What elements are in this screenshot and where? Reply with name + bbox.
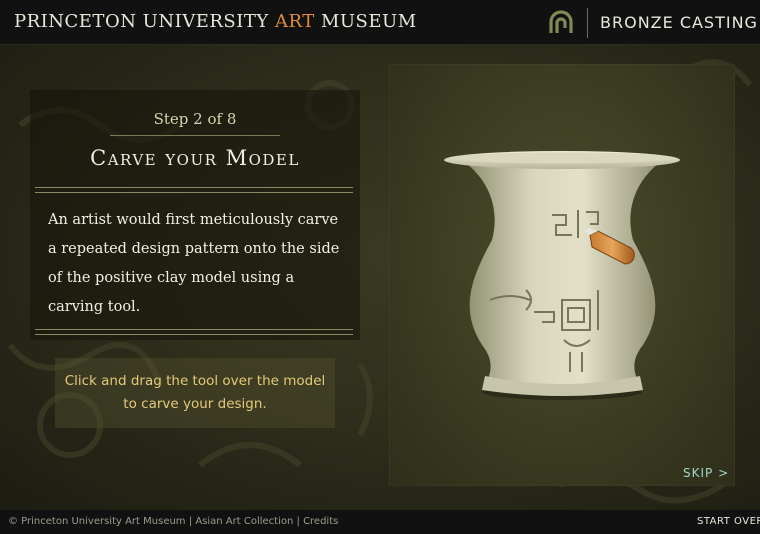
skip-button[interactable]: SKIP > [683,466,729,480]
footer-separator: | [296,516,300,527]
vase-rim-top [450,152,674,164]
lesson-body: An artist would first meticulously carve… [48,212,340,315]
section-title: BRONZE CASTING [600,13,758,32]
copyright-link[interactable]: © Princeton University Art Museum [8,516,186,527]
lesson-title: Carve your Model [90,146,300,170]
step-divider [110,135,280,136]
start-over-button[interactable]: START OVER [697,516,760,527]
credits-link[interactable]: Credits [303,516,338,527]
bronze-casting-stage: PRINCETON UNIVERSITY ART MUSEUM BRONZE C… [0,0,760,534]
header-divider [587,8,588,38]
asian-art-collection-link[interactable]: Asian Art Collection [195,516,293,527]
vase-body [462,160,663,385]
museum-title-prefix: PRINCETON UNIVERSITY [14,11,269,32]
title-double-rule [35,187,353,193]
footer-bar: © Princeton University Art Museum | Asia… [0,511,760,534]
instruction-text: Click and drag the tool over the model t… [64,373,326,412]
footer-links: © Princeton University Art Museum | Asia… [8,516,338,527]
footer-separator: | [188,516,193,527]
step-indicator: Step 2 of 8 [153,110,237,128]
body-double-rule [35,329,353,335]
museum-title-art: ART [274,11,315,32]
clay-vase-model[interactable] [430,140,695,410]
museum-title-suffix: MUSEUM [320,11,417,32]
spiral-logo-icon [549,10,573,33]
header-bar: PRINCETON UNIVERSITY ART MUSEUM BRONZE C… [0,0,760,45]
museum-title[interactable]: PRINCETON UNIVERSITY ART MUSEUM [14,11,417,32]
